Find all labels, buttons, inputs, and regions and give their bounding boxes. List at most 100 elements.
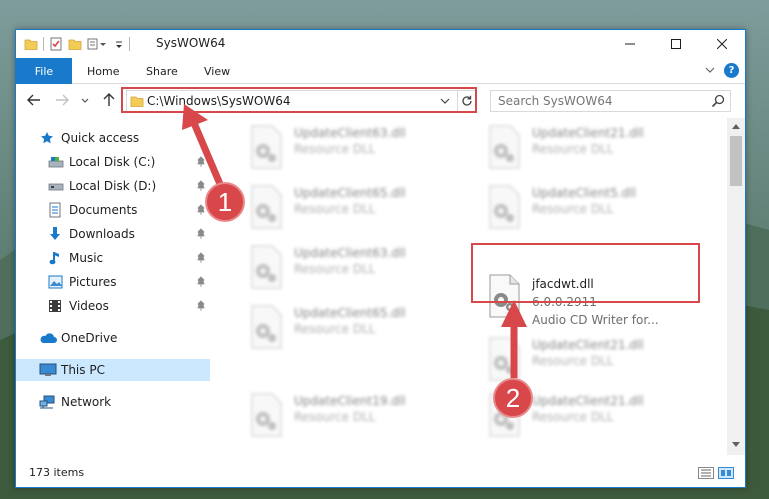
nav-item-pictures[interactable]: Pictures: [16, 271, 212, 293]
chevron-down-icon[interactable]: [114, 37, 124, 51]
file-type: Resource DLL: [532, 354, 614, 368]
drive-icon: [48, 155, 64, 169]
maximize-icon: [671, 39, 681, 49]
nav-item-label: Downloads: [69, 227, 135, 241]
up-arrow-icon[interactable]: [101, 92, 117, 108]
window-title: SysWOW64: [156, 36, 226, 50]
dll-file-icon: [251, 125, 282, 169]
search-icon[interactable]: [711, 94, 725, 108]
nav-item-downloads[interactable]: Downloads: [16, 223, 212, 245]
status-bar: 173 items: [16, 455, 745, 487]
videos-icon: [48, 299, 62, 313]
nav-item-local-disk-d[interactable]: Local Disk (D:): [16, 175, 212, 197]
dll-file-icon: [251, 185, 282, 229]
file-name: UpdateClient65.dll: [294, 306, 406, 320]
minimize-icon: [625, 43, 635, 45]
nav-item-label: OneDrive: [61, 331, 118, 345]
file-type: Resource DLL: [532, 202, 614, 216]
file-name: UpdateClient19.dll: [294, 394, 406, 408]
close-icon: [717, 39, 727, 49]
close-button[interactable]: [699, 30, 745, 58]
pin-icon[interactable]: [196, 156, 206, 168]
forward-arrow-icon[interactable]: [54, 92, 70, 108]
scroll-down-icon[interactable]: [732, 442, 740, 448]
vertical-scrollbar[interactable]: [727, 118, 745, 455]
back-arrow-icon[interactable]: [26, 92, 42, 108]
expand-ribbon-icon[interactable]: [704, 63, 716, 77]
pictures-icon: [48, 275, 63, 289]
dll-file-icon: [489, 185, 520, 229]
scrollbar-thumb[interactable]: [730, 136, 742, 186]
nav-item-label: Pictures: [69, 275, 117, 289]
file-item[interactable]: UpdateClient65.dll Resource DLL: [238, 298, 458, 352]
file-name: UpdateClient21.dll: [532, 126, 644, 140]
nav-item-label: Local Disk (D:): [69, 179, 157, 193]
dll-file-icon: [489, 337, 520, 381]
nav-item-network[interactable]: Network: [16, 391, 212, 413]
tab-view[interactable]: View: [204, 58, 230, 84]
file-item[interactable]: UpdateClient19.dll Resource DLL: [238, 386, 458, 440]
help-icon[interactable]: ?: [724, 63, 739, 78]
file-name: UpdateClient21.dll: [532, 338, 644, 352]
file-name: UpdateClient21.dll: [532, 394, 644, 408]
file-item[interactable]: UpdateClient5.dll Resource DLL: [476, 178, 696, 232]
file-type: Resource DLL: [294, 410, 376, 424]
file-item[interactable]: UpdateClient21.dll Resource DLL: [476, 330, 696, 384]
nav-item-label: Videos: [69, 299, 109, 313]
file-name: UpdateClient63.dll: [294, 246, 406, 260]
ribbon-tabs: File Home Share View ?: [16, 58, 745, 84]
navigation-pane: Quick access Local Disk (C:) Local Disk …: [16, 118, 212, 455]
pin-icon[interactable]: [196, 300, 206, 312]
search-box[interactable]: [490, 90, 731, 112]
new-folder-icon[interactable]: [68, 37, 82, 51]
toolbar-separator: [129, 37, 130, 51]
tab-home[interactable]: Home: [87, 58, 119, 84]
search-input[interactable]: [491, 91, 706, 111]
download-icon: [48, 226, 62, 242]
quick-access-toolbar: [24, 36, 130, 52]
tab-share[interactable]: Share: [146, 58, 178, 84]
maximize-button[interactable]: [653, 30, 699, 58]
file-type: Resource DLL: [294, 202, 376, 216]
star-icon: [40, 131, 54, 145]
nav-item-local-disk-c[interactable]: Local Disk (C:): [16, 151, 212, 173]
item-count: 173 items: [29, 466, 85, 479]
pin-icon[interactable]: [196, 252, 206, 264]
properties-icon[interactable]: [49, 37, 63, 51]
file-item[interactable]: UpdateClient21.dll Resource DLL: [476, 118, 696, 172]
nav-item-onedrive[interactable]: OneDrive: [16, 327, 212, 349]
file-item[interactable]: UpdateClient63.dll Resource DLL: [238, 238, 458, 292]
pin-icon[interactable]: [196, 228, 206, 240]
step-2-badge: 2: [493, 378, 533, 418]
pin-icon[interactable]: [196, 276, 206, 288]
file-type: Resource DLL: [294, 142, 376, 156]
nav-item-this-pc[interactable]: This PC: [16, 359, 210, 381]
file-item[interactable]: UpdateClient65.dll Resource DLL: [238, 178, 458, 232]
file-highlight-box: [471, 243, 700, 303]
network-icon: [39, 395, 57, 409]
file-item[interactable]: UpdateClient63.dll Resource DLL: [238, 118, 458, 172]
dll-file-icon: [251, 245, 282, 289]
scroll-up-icon[interactable]: [732, 123, 740, 129]
address-highlight-box: [121, 87, 477, 113]
nav-item-music[interactable]: Music: [16, 247, 212, 269]
details-view-icon[interactable]: [698, 467, 714, 479]
nav-item-quick-access[interactable]: Quick access: [16, 127, 212, 149]
nav-item-label: Local Disk (C:): [69, 155, 156, 169]
recent-locations-icon[interactable]: [80, 96, 90, 106]
nav-item-documents[interactable]: Documents: [16, 199, 212, 221]
file-type: Resource DLL: [294, 322, 376, 336]
nav-item-videos[interactable]: Videos: [16, 295, 212, 317]
large-icons-view-icon[interactable]: [718, 467, 734, 479]
music-icon: [49, 250, 61, 266]
dll-file-icon: [251, 305, 282, 349]
pin-icon[interactable]: [196, 180, 206, 192]
nav-item-label: Network: [61, 395, 112, 409]
file-name: UpdateClient63.dll: [294, 126, 406, 140]
tab-file[interactable]: File: [16, 58, 72, 84]
documents-icon: [48, 202, 62, 218]
customize-icon[interactable]: [87, 37, 109, 51]
minimize-button[interactable]: [607, 30, 653, 58]
step-1-badge: 1: [205, 182, 245, 222]
file-description: Audio CD Writer for...: [532, 313, 659, 327]
